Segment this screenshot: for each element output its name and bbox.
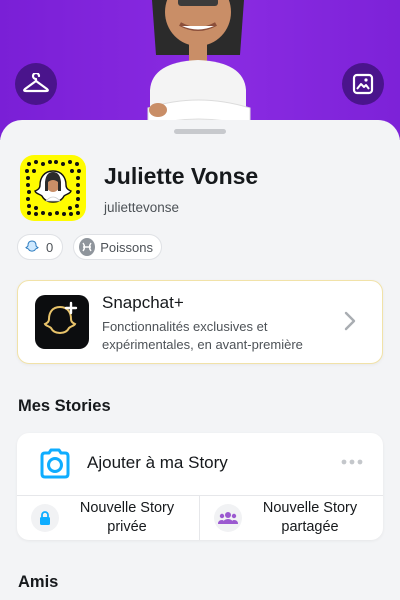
bitmoji-avatar	[147, 0, 251, 140]
group-icon	[214, 504, 242, 532]
new-shared-story-button[interactable]: Nouvelle Story partagée	[200, 496, 383, 540]
new-private-story-label: Nouvelle Story privée	[79, 500, 175, 535]
zodiac-chip[interactable]: Poissons	[73, 234, 162, 260]
zodiac-label: Poissons	[100, 239, 153, 255]
snapchat-plus-title: Snapchat+	[102, 293, 184, 312]
more-dots-icon[interactable]	[341, 459, 363, 465]
add-to-story-label: Ajouter à ma Story	[87, 453, 228, 472]
snap-ghost-icon	[23, 238, 41, 256]
photo-frame-icon	[352, 73, 374, 95]
snapcode[interactable]	[20, 155, 86, 221]
lock-icon	[31, 504, 59, 532]
my-stories-card: Ajouter à ma Story Nouvelle Story privée	[17, 433, 383, 540]
new-private-story-button[interactable]: Nouvelle Story privée	[17, 496, 199, 540]
new-shared-story-label: Nouvelle Story partagée	[262, 500, 358, 535]
display-name: Juliette Vonse	[104, 163, 259, 189]
profile-hero-banner	[0, 0, 400, 140]
zodiac-pisces-icon	[79, 238, 96, 256]
profile-sheet: Juliette Vonse juliettevonse 0 Poissons …	[0, 120, 400, 600]
camera-circle-icon	[40, 448, 70, 479]
snapcode-pattern	[25, 160, 81, 216]
sheet-drag-handle[interactable]	[174, 129, 226, 134]
add-to-story-button[interactable]: Ajouter à ma Story	[17, 433, 383, 495]
snapchat-plus-card[interactable]: Snapchat+ Fonctionnalités exclusives et …	[17, 280, 383, 364]
bitmoji-photo-button[interactable]	[342, 63, 384, 105]
snapchat-plus-ghost-icon	[43, 301, 78, 335]
chevron-right-icon	[344, 311, 356, 331]
snapchat-plus-description: Fonctionnalités exclusives et expériment…	[102, 319, 303, 352]
friends-heading: Amis	[18, 573, 59, 591]
outfit-button[interactable]	[15, 63, 57, 105]
username[interactable]: juliettevonse	[104, 200, 179, 215]
my-stories-heading: Mes Stories	[18, 397, 111, 415]
snapchat-plus-logo	[35, 295, 89, 349]
hanger-icon	[23, 73, 49, 93]
friends-count-chip[interactable]: 0	[17, 234, 63, 260]
friends-count: 0	[46, 239, 54, 255]
